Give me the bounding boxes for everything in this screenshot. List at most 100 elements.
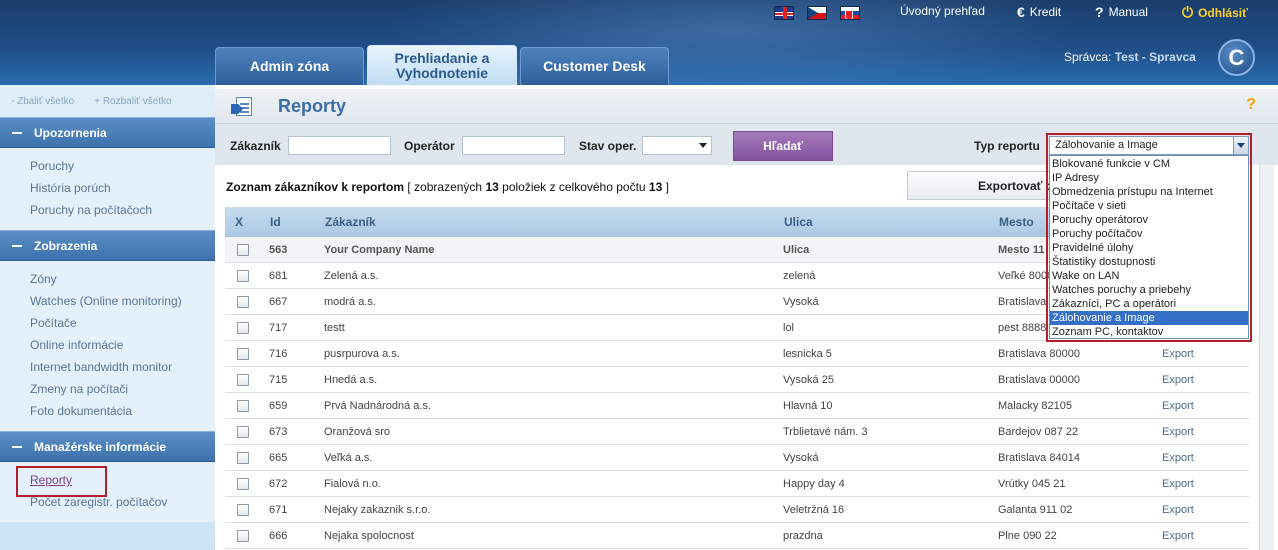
- row-checkbox[interactable]: [237, 400, 249, 412]
- sidebar-item-pocitace[interactable]: Počítače: [0, 312, 215, 334]
- table-row[interactable]: 673 Oranžová sro Trblietavé nám. 3 Bardejov…: [225, 419, 1249, 445]
- dropdown-option[interactable]: Zálohovanie a Image: [1050, 311, 1248, 325]
- row-checkbox[interactable]: [237, 270, 249, 282]
- tab-prehliadanie[interactable]: Prehliadanie a Vyhodnotenie: [367, 45, 517, 85]
- section-zobrazenia[interactable]: Zobrazenia: [0, 230, 215, 261]
- dropdown-option[interactable]: Štatistiky dostupnosti: [1050, 255, 1248, 269]
- kredit-link[interactable]: € Kredit: [1017, 4, 1061, 20]
- row-checkbox[interactable]: [237, 296, 249, 308]
- sidebar-item-poruchy[interactable]: Poruchy: [0, 155, 215, 177]
- tab-prehliadanie-label: Prehliadanie a Vyhodnotenie: [394, 49, 490, 81]
- section-manazerske-list: Reporty Počet zaregistr. počítačov: [0, 462, 215, 522]
- table-row[interactable]: 665 Veľká a.s. Vysoká Bratislava 84014 Expor…: [225, 445, 1249, 471]
- sidebar-item-reporty[interactable]: Reporty: [0, 466, 215, 497]
- typ-reportu-select[interactable]: Zálohovanie a Image: [1049, 136, 1249, 155]
- sidebar-item-internet-bandwidth[interactable]: Internet bandwidth monitor: [0, 356, 215, 378]
- sk-flag-icon[interactable]: [840, 6, 860, 20]
- row-checkbox[interactable]: [237, 322, 249, 334]
- sidebar-item-zmeny-na-pocitaci[interactable]: Zmeny na počítači: [0, 378, 215, 400]
- sidebar-item-historia-poruch[interactable]: História porúch: [0, 177, 215, 199]
- sidebar-expand-controls: - Zbaliť všetko + Rozbaliť všetko: [0, 85, 215, 117]
- en-flag-icon[interactable]: [774, 6, 794, 20]
- row-export-link[interactable]: Export: [1162, 374, 1194, 386]
- row-customer: Your Company Name: [324, 244, 435, 256]
- col-zakaznik[interactable]: Zákazník: [325, 215, 376, 229]
- help-icon[interactable]: ?: [1246, 96, 1256, 114]
- table-row[interactable]: 672 Fialová n.o. Happy day 4 Vrútky 045 21 E…: [225, 471, 1249, 497]
- list-info-suffix: ]: [665, 180, 669, 194]
- sidebar-item-zony[interactable]: Zóny: [0, 268, 215, 290]
- row-checkbox[interactable]: [237, 530, 249, 542]
- col-mesto[interactable]: Mesto: [999, 215, 1034, 229]
- row-export-link[interactable]: Export: [1162, 504, 1194, 516]
- row-export-link[interactable]: Export: [1162, 426, 1194, 438]
- dropdown-option[interactable]: Watches poruchy a priebehy: [1050, 283, 1248, 297]
- dropdown-option[interactable]: Pravidelné úlohy: [1050, 241, 1248, 255]
- table-row[interactable]: 715 Hnedá a.s. Vysoká 25 Bratislava 00000 Ex…: [225, 367, 1249, 393]
- dropdown-option[interactable]: Zákazníci, PC a operátori: [1050, 297, 1248, 311]
- row-street: zelená: [783, 270, 816, 282]
- tab-admin-zona[interactable]: Admin zóna: [215, 47, 364, 85]
- list-info-total: 13: [648, 180, 663, 194]
- row-export-link[interactable]: Export: [1162, 452, 1194, 464]
- row-checkbox[interactable]: [237, 244, 249, 256]
- row-export-link[interactable]: Export: [1162, 400, 1194, 412]
- dropdown-option[interactable]: Poruchy počítačov: [1050, 227, 1248, 241]
- table-row[interactable]: 666 Nejaka spolocnost prazdna Plne 090 22 Ex…: [225, 523, 1249, 549]
- row-export-link[interactable]: Export: [1162, 478, 1194, 490]
- logout-link[interactable]: ⏻ Odhlásiť: [1182, 4, 1248, 21]
- row-checkbox[interactable]: [237, 478, 249, 490]
- row-export-link[interactable]: Export: [1162, 530, 1194, 542]
- main-content: Reporty ? Zákazník Operátor Stav oper. H…: [215, 85, 1278, 550]
- dropdown-option[interactable]: Poruchy operátorov: [1050, 213, 1248, 227]
- dropdown-option[interactable]: Obmedzenia prístupu na Internet: [1050, 185, 1248, 199]
- table-scrollbar[interactable]: [1259, 165, 1274, 550]
- col-id[interactable]: Id: [270, 215, 281, 229]
- row-id: 673: [269, 426, 288, 438]
- row-street: prazdna: [783, 530, 823, 542]
- dropdown-option[interactable]: IP Adresy: [1050, 171, 1248, 185]
- table-row[interactable]: 716 pusrpurova a.s. lesnicka 5 Bratislava 8…: [225, 341, 1249, 367]
- row-city: Veľké 8000: [998, 270, 1054, 282]
- table-row[interactable]: 659 Prvá Nadnárodná a.s. Hlavná 10 Malacky …: [225, 393, 1249, 419]
- row-checkbox[interactable]: [237, 452, 249, 464]
- export-button[interactable]: Exportovať do: [907, 171, 1057, 200]
- sidebar-item-online-informacie[interactable]: Online informácie: [0, 334, 215, 356]
- collapse-all-link[interactable]: - Zbaliť všetko: [11, 96, 74, 107]
- row-checkbox[interactable]: [237, 348, 249, 360]
- expand-all-link[interactable]: + Rozbaliť všetko: [94, 96, 171, 107]
- col-x[interactable]: X: [235, 215, 243, 229]
- row-checkbox[interactable]: [237, 504, 249, 516]
- sidebar-item-pocet-zaregistr[interactable]: Počet zaregistr. počítačov: [0, 491, 215, 513]
- stav-select[interactable]: [642, 136, 712, 155]
- tab-customer-desk[interactable]: Customer Desk: [520, 47, 669, 85]
- dropdown-option[interactable]: Wake on LAN: [1050, 269, 1248, 283]
- col-ulica[interactable]: Ulica: [784, 215, 813, 229]
- euro-icon: €: [1017, 4, 1025, 20]
- uvodny-prehlad-link[interactable]: Úvodný prehľad: [900, 4, 985, 18]
- section-upozornenia[interactable]: Upozornenia: [0, 117, 215, 148]
- table-row[interactable]: 671 Nejaky zakaznik s.r.o. Veletržná 16 Gal…: [225, 497, 1249, 523]
- question-icon: ?: [1095, 4, 1104, 20]
- dropdown-option[interactable]: Blokované funkcie v CM: [1050, 157, 1248, 171]
- chevron-down-icon[interactable]: [1233, 137, 1248, 154]
- row-street: Vysoká: [783, 296, 819, 308]
- sidebar-item-poruchy-na-pocitacoch[interactable]: Poruchy na počítačoch: [0, 199, 215, 221]
- row-id: 563: [269, 244, 288, 256]
- operator-input[interactable]: [462, 136, 565, 155]
- row-export-link[interactable]: Export: [1162, 348, 1194, 360]
- row-city: Galanta 911 02: [998, 504, 1073, 516]
- section-upozornenia-list: Poruchy História porúch Poruchy na počít…: [0, 148, 215, 230]
- sidebar-item-watches[interactable]: Watches (Online monitoring): [0, 290, 215, 312]
- row-checkbox[interactable]: [237, 374, 249, 386]
- row-id: 716: [269, 348, 288, 360]
- manual-link[interactable]: ? Manual: [1095, 4, 1148, 20]
- cz-flag-icon[interactable]: [807, 6, 827, 20]
- sidebar-item-foto-dokumentacia[interactable]: Foto dokumentácia: [0, 400, 215, 422]
- search-button[interactable]: Hľadať: [733, 131, 833, 161]
- dropdown-option[interactable]: Počítače v sieti: [1050, 199, 1248, 213]
- row-checkbox[interactable]: [237, 426, 249, 438]
- dropdown-option[interactable]: Zoznam PC, kontaktov: [1050, 325, 1248, 339]
- section-manazerske[interactable]: Manažérske informácie: [0, 431, 215, 462]
- zakaznik-input[interactable]: [288, 136, 391, 155]
